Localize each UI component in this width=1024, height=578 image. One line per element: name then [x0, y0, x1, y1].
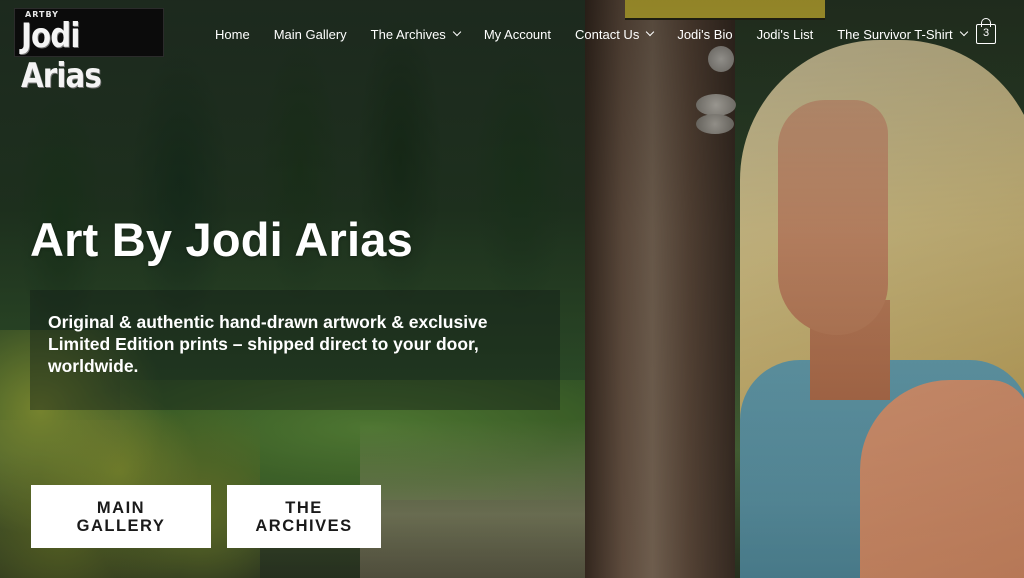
- nav-item-label: Home: [215, 26, 250, 42]
- nav-item-the-archives[interactable]: The Archives: [370, 26, 462, 42]
- button-label-line1: THE: [285, 498, 323, 517]
- the-archives-button[interactable]: THE ARCHIVES: [227, 485, 381, 548]
- nav-item-label: The Survivor T-Shirt: [837, 26, 953, 42]
- chevron-down-icon: [646, 27, 655, 37]
- nav-item-main-gallery[interactable]: Main Gallery: [274, 27, 347, 42]
- nav-item-my-account[interactable]: My Account: [484, 27, 551, 42]
- nav-item-label: Contact Us: [575, 26, 640, 42]
- logo-main-text: Jodi Arias: [21, 16, 102, 96]
- cart-button[interactable]: 3: [976, 18, 998, 44]
- nav-item-jodis-bio[interactable]: Jodi's Bio: [677, 27, 732, 42]
- nav-item-label: Jodi's Bio: [677, 26, 733, 42]
- hero-title: Art By Jodi Arias: [30, 213, 413, 266]
- nav-item-survivor-tshirt[interactable]: The Survivor T-Shirt: [837, 26, 968, 42]
- button-label-line2: GALLERY: [76, 516, 166, 535]
- hero-subtitle-panel: Original & authentic hand-drawn artwork …: [30, 290, 560, 410]
- main-gallery-button[interactable]: MAIN GALLERY: [31, 485, 211, 548]
- nav-item-home[interactable]: Home: [215, 27, 250, 42]
- site-header: ARTBY Jodi Arias Home Main Gallery The A…: [0, 0, 1024, 96]
- hero-subtitle: Original & authentic hand-drawn artwork …: [48, 312, 488, 376]
- nav-item-jodis-list[interactable]: Jodi's List: [757, 27, 814, 42]
- cart-count: 3: [976, 24, 996, 44]
- button-label-line2: ARCHIVES: [255, 516, 353, 535]
- chevron-down-icon: [959, 27, 968, 37]
- nav-item-label: Jodi's List: [756, 26, 814, 42]
- button-label-line1: MAIN: [96, 498, 146, 517]
- site-logo[interactable]: ARTBY Jodi Arias: [14, 8, 164, 96]
- nav-item-label: My Account: [483, 26, 552, 42]
- main-nav: Home Main Gallery The Archives My Accoun…: [215, 22, 991, 46]
- nav-item-label: The Archives: [370, 26, 446, 42]
- chevron-down-icon: [452, 27, 462, 37]
- nav-item-label: Main Gallery: [273, 26, 347, 42]
- nav-item-contact-us[interactable]: Contact Us: [575, 26, 655, 42]
